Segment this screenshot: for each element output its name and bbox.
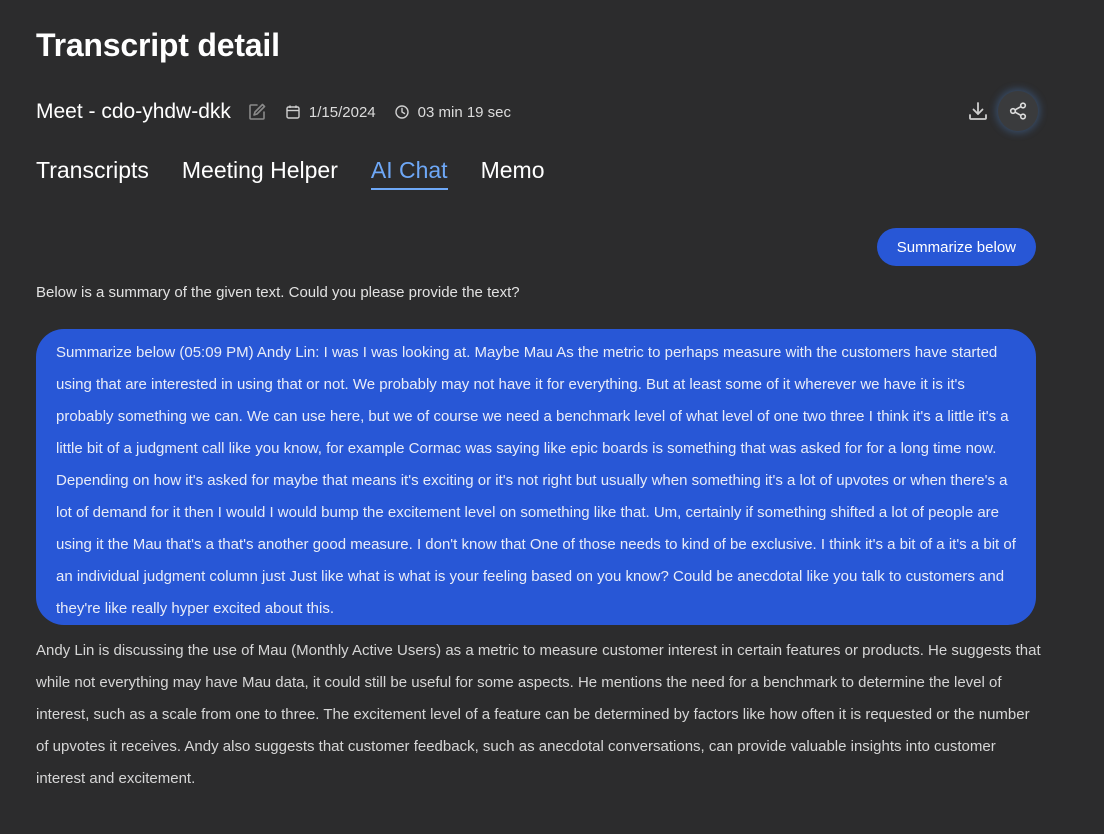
meeting-date: 1/15/2024 [308, 103, 376, 121]
clock-icon [394, 104, 410, 120]
ai-summary-reply: Andy Lin is discussing the use of Mau (M… [36, 642, 1041, 787]
meeting-meta-row: Meet - cdo-yhdw-dkk 1/15/2024 03 min 19 … [36, 98, 511, 126]
calendar-icon [285, 104, 301, 120]
download-icon [967, 100, 989, 122]
page-title: Transcript detail [36, 27, 280, 63]
download-button[interactable] [958, 91, 998, 131]
meeting-name: Meet - cdo-yhdw-dkk [36, 100, 231, 123]
tab-meeting-helper[interactable]: Meeting Helper [182, 155, 338, 188]
tab-transcripts[interactable]: Transcripts [36, 155, 149, 188]
ai-first-reply: Below is a summary of the given text. Co… [36, 284, 520, 301]
tab-bar: Transcripts Meeting Helper AI Chat Memo [36, 155, 577, 190]
meeting-duration: 03 min 19 sec [417, 103, 512, 121]
header-actions [958, 91, 1038, 131]
tab-ai-chat[interactable]: AI Chat [370, 155, 448, 190]
share-icon [1008, 101, 1028, 121]
user-prompt-chip: Summarize below [876, 228, 1036, 266]
user-message-bubble: Summarize below (05:09 PM) Andy Lin: I w… [36, 329, 1036, 625]
pencil-edit-icon[interactable] [247, 102, 267, 122]
tab-memo[interactable]: Memo [481, 155, 545, 188]
share-button[interactable] [998, 91, 1038, 131]
